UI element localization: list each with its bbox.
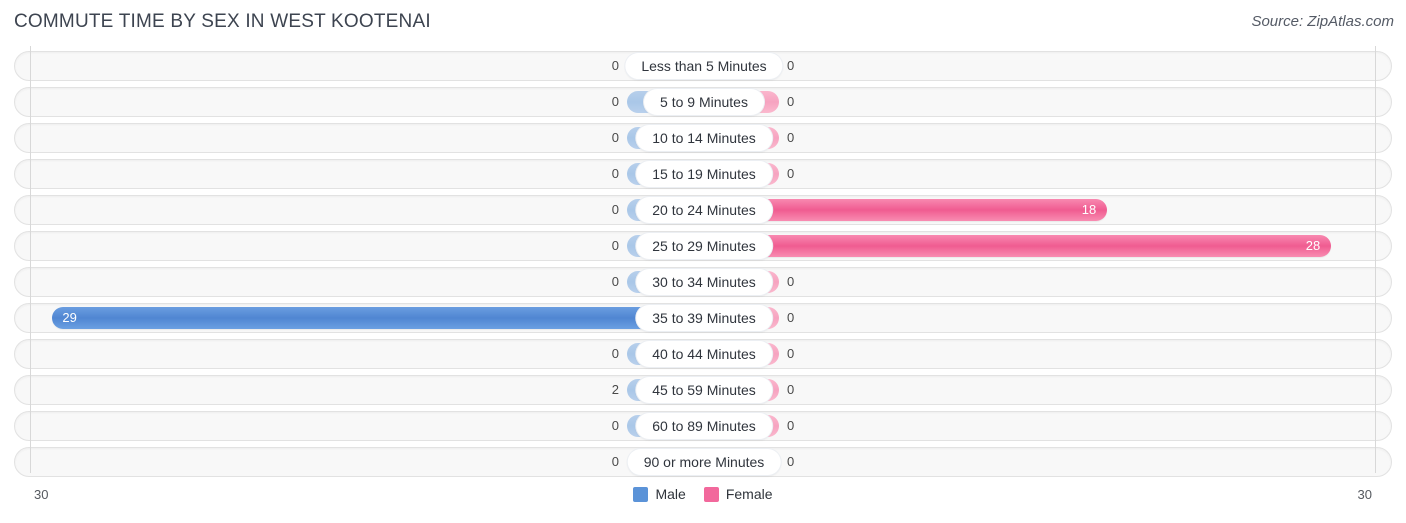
table-row[interactable]: 0 0 90 or more Minutes [14,447,1392,477]
category-label: 45 to 59 Minutes [636,377,772,403]
legend-item-female[interactable]: Female [703,486,773,502]
bar-value-male: 0 [611,94,619,109]
category-label: 5 to 9 Minutes [644,89,764,115]
row-bars: 29 0 35 to 39 Minutes [15,304,1391,332]
legend-swatch-male-icon [633,486,649,502]
row-bars: 0 0 30 to 34 Minutes [15,268,1391,296]
category-label: Less than 5 Minutes [625,53,783,79]
axis-line-right [1375,46,1376,473]
source-attribution: Source: ZipAtlas.com [1251,13,1394,30]
bar-value-male: 2 [611,382,619,397]
bar-value-female: 0 [787,58,795,73]
bar-value-male: 0 [611,274,619,289]
row-bars: 0 0 60 to 89 Minutes [15,412,1391,440]
table-row[interactable]: 0 0 30 to 34 Minutes [14,267,1392,297]
table-row[interactable]: 0 0 60 to 89 Minutes [14,411,1392,441]
table-row[interactable]: 0 0 15 to 19 Minutes [14,159,1392,189]
row-bars: 0 18 20 to 24 Minutes [15,196,1391,224]
bar-value-male: 0 [611,238,619,253]
table-row[interactable]: 2 0 45 to 59 Minutes [14,375,1392,405]
category-label: 20 to 24 Minutes [636,197,772,223]
bar-value-female: 0 [787,274,795,289]
bar-value-female: 0 [787,310,795,325]
bar-value-male: 0 [611,58,619,73]
category-label: 40 to 44 Minutes [636,341,772,367]
bar-value-female: 18 [1081,202,1097,217]
row-bars: 0 0 90 or more Minutes [15,448,1391,476]
legend-swatch-female-icon [703,486,719,502]
category-label: 60 to 89 Minutes [636,413,772,439]
row-bars: 0 0 Less than 5 Minutes [15,52,1391,80]
axis-line-left [30,46,31,473]
bar-value-male: 0 [611,346,619,361]
legend-label-male: Male [655,486,686,502]
chart-legend: Male Female [0,486,1406,502]
chart-header: COMMUTE TIME BY SEX IN WEST KOOTENAI Sou… [0,0,1406,46]
bar-value-female: 0 [787,346,795,361]
bar-value-female: 0 [787,130,795,145]
category-label: 90 or more Minutes [627,449,781,475]
row-bars: 0 28 25 to 29 Minutes [15,232,1391,260]
bar-value-female: 28 [1305,238,1321,253]
page-title: COMMUTE TIME BY SEX IN WEST KOOTENAI [14,11,431,32]
table-row[interactable]: 0 0 10 to 14 Minutes [14,123,1392,153]
table-row[interactable]: 29 0 35 to 39 Minutes [14,303,1392,333]
table-row[interactable]: 0 28 25 to 29 Minutes [14,231,1392,261]
chart-footer: 30 30 Male Female [0,481,1406,523]
bar-value-female: 0 [787,454,795,469]
bar-value-male: 29 [62,310,77,325]
bar-value-female: 0 [787,94,795,109]
bar-value-female: 0 [787,382,795,397]
category-label: 15 to 19 Minutes [636,161,772,187]
bar-female[interactable]: 28 [704,235,1332,257]
category-label: 30 to 34 Minutes [636,269,772,295]
row-bars: 2 0 45 to 59 Minutes [15,376,1391,404]
row-bars: 0 0 5 to 9 Minutes [15,88,1391,116]
bar-value-male: 0 [611,418,619,433]
table-row[interactable]: 0 0 Less than 5 Minutes [14,51,1392,81]
bar-value-male: 0 [611,166,619,181]
table-row[interactable]: 0 18 20 to 24 Minutes [14,195,1392,225]
category-label: 25 to 29 Minutes [636,233,772,259]
bar-value-male: 0 [611,130,619,145]
bar-male[interactable]: 29 [52,307,702,329]
table-row[interactable]: 0 0 5 to 9 Minutes [14,87,1392,117]
bar-value-female: 0 [787,166,795,181]
bar-value-male: 0 [611,202,619,217]
row-bars: 0 0 15 to 19 Minutes [15,160,1391,188]
bar-value-female: 0 [787,418,795,433]
category-label: 10 to 14 Minutes [636,125,772,151]
bar-value-male: 0 [611,454,619,469]
chart-plot-area: 0 0 Less than 5 Minutes 0 0 5 to 9 Minutes 0 0 1… [0,46,1406,481]
legend-item-male[interactable]: Male [633,486,686,502]
category-label: 35 to 39 Minutes [636,305,772,331]
row-bars: 0 0 10 to 14 Minutes [15,124,1391,152]
row-bars: 0 0 40 to 44 Minutes [15,340,1391,368]
table-row[interactable]: 0 0 40 to 44 Minutes [14,339,1392,369]
legend-label-female: Female [725,486,773,502]
